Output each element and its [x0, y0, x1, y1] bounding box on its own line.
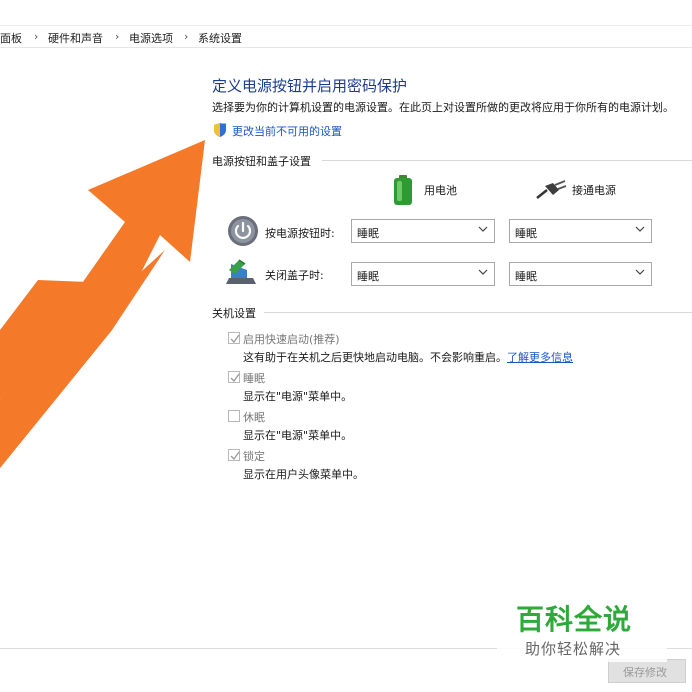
chevron-down-icon — [635, 269, 645, 275]
lid-close-plugged-value: 睡眠 — [515, 270, 537, 283]
battery-icon — [394, 175, 412, 205]
lid-close-plugged-select[interactable]: 睡眠 — [509, 262, 652, 286]
section-divider — [264, 312, 692, 313]
hibernate-label: 休眠 — [243, 411, 265, 424]
chevron-down-icon — [478, 226, 488, 232]
power-button-icon — [228, 216, 258, 246]
column-header-battery: 用电池 — [424, 184, 457, 197]
breadcrumb-separator: › — [184, 30, 189, 43]
sleep-description: 显示在"电源"菜单中。 — [243, 390, 353, 403]
lid-close-battery-value: 睡眠 — [357, 270, 379, 283]
shutdown-section-title: 关机设置 — [212, 307, 256, 320]
power-button-battery-select[interactable]: 睡眠 — [351, 219, 495, 243]
sleep-label: 睡眠 — [243, 372, 265, 385]
power-button-action-label: 按电源按钮时: — [265, 227, 335, 240]
save-changes-button[interactable]: 保存修改 — [608, 659, 686, 683]
lid-close-action-label: 关闭盖子时: — [265, 269, 324, 282]
breadcrumb-item-control-panel[interactable]: 面板 — [0, 30, 22, 46]
watermark-logo-title: 百科全说 — [516, 603, 633, 636]
laptop-lid-icon — [226, 259, 256, 284]
column-header-plugged-in: 接通电源 — [572, 184, 616, 197]
sleep-checkbox[interactable] — [228, 371, 240, 383]
power-plug-icon — [536, 180, 567, 199]
chevron-down-icon — [478, 269, 488, 275]
uac-shield-icon — [214, 123, 226, 137]
page-title: 定义电源按钮并启用密码保护 — [212, 77, 408, 95]
hibernate-description: 显示在"电源"菜单中。 — [243, 429, 353, 442]
breadcrumb-item-system-settings[interactable]: 系统设置 — [198, 30, 242, 46]
breadcrumb-separator: › — [115, 30, 120, 43]
change-unavailable-settings-link[interactable]: 更改当前不可用的设置 — [232, 123, 342, 139]
chevron-down-icon — [635, 226, 645, 232]
lock-label: 锁定 — [243, 450, 265, 463]
fast-startup-label: 启用快速启动(推荐) — [243, 333, 340, 346]
fast-startup-checkbox[interactable] — [228, 332, 240, 344]
breadcrumb-item-power-options[interactable]: 电源选项 — [129, 30, 173, 46]
lock-checkbox[interactable] — [228, 449, 240, 461]
breadcrumb-item-hardware-sound[interactable]: 硬件和声音 — [48, 30, 103, 46]
power-button-plugged-select[interactable]: 睡眠 — [509, 219, 652, 243]
lock-description: 显示在用户头像菜单中。 — [243, 468, 364, 481]
breadcrumb-separator: › — [34, 30, 39, 43]
section-divider — [322, 160, 692, 161]
checkmark-icon — [230, 373, 240, 383]
breadcrumb: 面板 › 硬件和声音 › 电源选项 › 系统设置 — [0, 0, 692, 48]
learn-more-link[interactable]: 了解更多信息 — [507, 351, 573, 364]
page-description: 选择要为你的计算机设置的电源设置。在此页上对设置所做的更改将应用于你所有的电源计… — [212, 101, 674, 114]
lid-close-battery-select[interactable]: 睡眠 — [351, 262, 495, 286]
power-button-battery-value: 睡眠 — [357, 227, 379, 240]
power-buttons-section-title: 电源按钮和盖子设置 — [212, 155, 311, 168]
checkmark-icon — [230, 451, 240, 461]
watermark-logo-subtitle: 助你轻松解决 — [525, 640, 622, 658]
address-bar-border — [0, 25, 692, 26]
power-button-plugged-value: 睡眠 — [515, 227, 537, 240]
fast-startup-description: 这有助于在关机之后更快地启动电脑。不会影响重启。了解更多信息 — [243, 351, 573, 364]
checkmark-icon — [230, 334, 240, 344]
hibernate-checkbox[interactable] — [228, 410, 240, 422]
